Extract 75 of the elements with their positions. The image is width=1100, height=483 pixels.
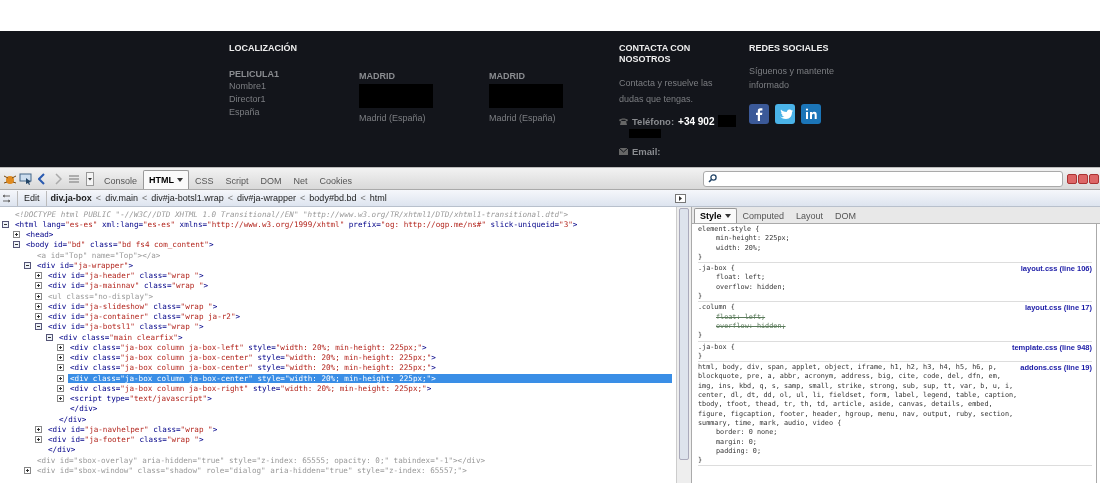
breadcrumb-item[interactable]: body#bd.bd [309,193,357,203]
movie-title: PELICULA1 [229,68,279,80]
back-icon[interactable] [38,172,46,185]
panel-tab[interactable]: CSS [189,171,220,189]
address-line: Nombre1 [229,80,266,93]
side-tab[interactable]: Style [694,208,737,223]
menu-caret-icon[interactable] [86,171,94,186]
expand-toggle[interactable] [57,343,64,351]
redacted-block [629,129,661,138]
email-label: Email: [632,146,661,157]
twitter-icon[interactable] [775,104,795,124]
panel-tab[interactable]: Net [287,171,314,189]
inspect-icon[interactable] [19,172,33,185]
expand-toggle[interactable] [13,231,20,239]
column-heading: REDES SOCIALES [749,43,829,54]
expand-toggle[interactable] [35,272,42,280]
collapse-toggle[interactable] [24,261,31,269]
expand-toggle[interactable] [24,466,31,474]
collapse-toggle[interactable] [13,241,20,249]
side-tab[interactable]: Layout [790,208,830,223]
address-line: Director1 [229,93,266,106]
panel-toggle-icon[interactable] [675,193,686,203]
collapse-toggle[interactable] [2,220,9,228]
panel-tab[interactable]: Script [219,171,255,189]
expand-arrows-icon[interactable] [2,193,11,203]
side-tab[interactable]: Computed [736,208,791,223]
minimize-button[interactable] [1067,173,1077,184]
breadcrumb-item[interactable]: html [369,193,387,203]
social-text: Síguenos y mantente informado [749,65,836,92]
breadcrumb-item[interactable]: div#ja-wrapper [237,193,297,203]
expand-toggle[interactable] [57,354,64,362]
column-heading: LOCALIZACIÓN [229,43,297,54]
city-title: MADRID [359,70,395,82]
panel-tab[interactable]: DOM [254,171,288,189]
column-heading: CONTACTA CON NOSOTROS [619,43,692,65]
expand-toggle[interactable] [57,395,64,403]
phone-number: +34 902 [678,115,715,127]
address-line: España [229,106,260,119]
panel-tab[interactable]: Cookies [313,171,359,189]
collapse-toggle[interactable] [35,323,42,331]
expand-toggle[interactable] [57,374,64,382]
address-line: Madrid (España) [489,112,556,125]
address-line: Madrid (España) [359,112,426,125]
phone-icon [619,117,628,125]
expand-toggle[interactable] [35,292,42,300]
envelope-icon [619,148,628,155]
restore-button[interactable] [1078,173,1088,184]
search-field[interactable] [703,170,1063,187]
contact-text: Contacta y resuelve las dudas que tengas. [619,77,714,106]
linkedin-icon[interactable] [801,104,821,124]
breadcrumb-separator: < [360,193,366,203]
expand-toggle[interactable] [35,436,42,444]
breadcrumb-separator: < [142,193,148,203]
breadcrumb-item[interactable]: div.main [105,193,138,203]
breadcrumb-item[interactable]: div#ja-botsl1.wrap [151,193,224,203]
phone-label: Teléfono: [632,115,675,127]
expand-toggle[interactable] [35,425,42,433]
expand-toggle[interactable] [57,364,64,372]
scrollbar-thumb[interactable] [679,208,689,460]
breadcrumb-separator: < [227,193,234,203]
facebook-icon[interactable] [749,104,769,124]
breadcrumb-item[interactable]: div.ja-box [50,193,92,203]
expand-toggle[interactable] [35,302,42,310]
close-button[interactable] [1089,173,1099,184]
city-title: MADRID [489,70,525,82]
expand-toggle[interactable] [35,313,42,321]
panel-tab[interactable]: Console [98,171,144,189]
expand-toggle[interactable] [35,282,42,290]
panel-tab[interactable]: HTML [143,170,190,189]
breadcrumb-separator: < [300,193,306,203]
breadcrumb-separator: < [95,193,102,203]
edit-button[interactable]: Edit [17,190,47,206]
side-tab[interactable]: DOM [829,208,863,223]
collapse-toggle[interactable] [46,333,53,341]
expand-toggle[interactable] [57,384,64,392]
